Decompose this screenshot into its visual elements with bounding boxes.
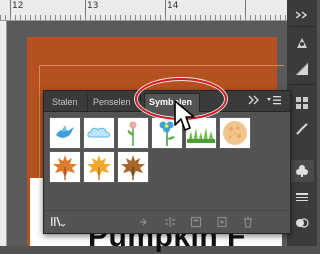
vertical-ruler [0, 21, 7, 246]
horizontal-ruler: 12 13 14 [0, 0, 287, 21]
swatches-panel-icon[interactable] [290, 92, 314, 114]
symbol-options-icon[interactable] [188, 214, 204, 230]
yellow-leaf-symbol[interactable] [83, 151, 115, 183]
orange-circle-symbol[interactable] [219, 117, 251, 149]
stroke-panel-icon[interactable] [290, 186, 314, 208]
mouse-pointer-icon [174, 100, 195, 131]
maple-leaf-brown-icon [121, 155, 145, 180]
ruler-label: 14 [167, 1, 179, 11]
puppet-warp-icon[interactable] [290, 32, 314, 54]
ruler-label: 12 [12, 1, 24, 11]
tab-brushes[interactable]: Penselen [89, 94, 141, 111]
bird-symbol[interactable] [49, 117, 81, 149]
break-link-icon[interactable] [162, 214, 178, 230]
new-symbol-icon[interactable] [214, 214, 230, 230]
symbols-grid [49, 117, 285, 199]
maple-leaf-yellow-icon [87, 155, 111, 180]
flower-stem-icon [127, 121, 137, 146]
gradient-panel-icon[interactable] [290, 58, 314, 80]
panel-collapse-icon[interactable] [248, 95, 260, 108]
dock-collapse-icon[interactable] [290, 4, 314, 26]
symbols-panel-icon[interactable] [290, 160, 314, 182]
transparency-panel-icon[interactable] [290, 212, 314, 234]
symbol-libraries-menu-icon[interactable] [50, 214, 66, 230]
cloud-icon [87, 127, 110, 138]
maple-leaf-orange-icon [53, 155, 77, 180]
panel-footer [44, 210, 290, 233]
ruler-label: 13 [87, 1, 99, 11]
right-panel-dock [287, 0, 317, 246]
brushes-panel-icon[interactable] [290, 118, 314, 140]
panel-menu-icon[interactable] [266, 95, 282, 108]
delete-symbol-icon[interactable] [240, 214, 256, 230]
tab-swatches[interactable]: Stalen [48, 94, 88, 111]
flower-symbol[interactable] [117, 117, 149, 149]
empty-slot [151, 151, 183, 183]
place-symbol-instance-icon[interactable] [136, 214, 152, 230]
cloud-symbol[interactable] [83, 117, 115, 149]
guide-line [39, 65, 284, 66]
orange-leaf-symbol[interactable] [49, 151, 81, 183]
blue-bird-icon [56, 125, 74, 138]
brown-leaf-symbol[interactable] [117, 151, 149, 183]
orange-texture-circle-icon [223, 121, 247, 145]
